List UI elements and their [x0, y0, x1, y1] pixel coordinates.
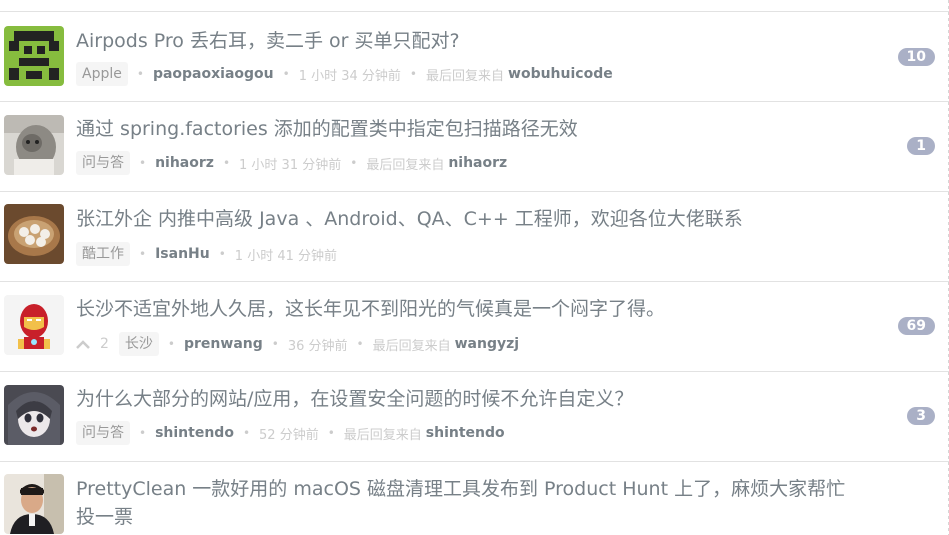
topic-row: 为什么大部分的网站/应用，在设置安全问题的时候不允许自定义？ 问与答 • shi… [0, 372, 949, 462]
separator-dot: • [327, 426, 335, 440]
reply-count-badge[interactable]: 10 [897, 48, 935, 66]
separator-dot: • [139, 426, 147, 440]
author-link[interactable]: shintendo [155, 425, 234, 441]
reply-count-badge[interactable]: 1 [907, 137, 935, 155]
last-reply-user[interactable]: wobuhuicode [508, 66, 613, 82]
avatar[interactable] [4, 295, 64, 355]
topic-row: 通过 spring.factories 添加的配置类中指定包扫描路径无效 问与答… [0, 102, 949, 192]
post-time: 1 小时 34 分钟前 [298, 68, 401, 84]
post-time: 1 小时 41 分钟前 [234, 248, 338, 264]
vote-number: 2 [100, 336, 109, 352]
topic-row: PrettyClean 一款好用的 macOS 磁盘清理工具发布到 Produc… [0, 462, 949, 535]
node-tag[interactable]: 问与答 [76, 421, 130, 445]
post-time: 36 分钟前 [287, 338, 348, 354]
separator-dot: • [242, 426, 251, 440]
last-reply-user[interactable]: nihaorz [448, 155, 507, 171]
avatar[interactable] [4, 385, 64, 445]
post-time: 1 小时 31 分钟前 [239, 157, 342, 173]
topic-meta: Apple • paopaoxiaogou • 1 小时 34 分钟前 • 最后… [76, 60, 613, 88]
vote-count[interactable]: 2 [76, 336, 109, 352]
author-link[interactable]: prenwang [184, 336, 263, 352]
last-reply-label: 最后回复来自 [426, 68, 505, 84]
last-reply-label: 最后回复来自 [343, 427, 422, 443]
node-tag[interactable]: Apple [76, 62, 128, 86]
separator-dot: • [350, 156, 358, 170]
node-tag[interactable]: 酷工作 [76, 242, 130, 266]
topic-title-line-1[interactable]: PrettyClean 一款好用的 macOS 磁盘清理工具发布到 Produc… [76, 475, 845, 503]
topic-title[interactable]: PrettyClean 一款好用的 macOS 磁盘清理工具发布到 Produc… [76, 475, 845, 531]
separator-dot: • [136, 67, 144, 81]
topic-meta: 问与答 • nihaorz • 1 小时 31 分钟前 • 最后回复来自 nih… [76, 149, 507, 177]
last-reply-user[interactable]: wangyzj [455, 336, 519, 352]
topic-meta: 2 长沙 • prenwang • 36 分钟前 • 最后回复来自 wangyz… [76, 330, 519, 358]
node-tag[interactable]: 问与答 [76, 151, 130, 175]
separator-dot: • [139, 247, 147, 261]
last-reply-label: 最后回复来自 [372, 338, 451, 354]
avatar[interactable] [4, 204, 64, 264]
avatar[interactable] [4, 26, 64, 86]
separator-dot: • [222, 156, 231, 170]
author-link[interactable]: paopaoxiaogou [153, 66, 274, 82]
separator-dot: • [409, 67, 417, 81]
separator-dot: • [218, 247, 226, 261]
reply-count-badge[interactable]: 3 [907, 407, 935, 425]
author-link[interactable]: IsanHu [155, 246, 210, 262]
avatar[interactable] [4, 115, 64, 175]
topic-title[interactable]: 长沙不适宜外地人久居，这长年见不到阳光的气候真是一个闷字了得。 [76, 295, 665, 323]
reply-count-badge[interactable]: 69 [897, 317, 935, 335]
node-tag[interactable]: 长沙 [118, 332, 159, 356]
topic-title-line-2[interactable]: 投一票 [76, 503, 845, 531]
separator-dot: • [271, 337, 279, 351]
last-reply-user[interactable]: shintendo [426, 425, 505, 441]
topic-row: 长沙不适宜外地人久居，这长年见不到阳光的气候真是一个闷字了得。 2 长沙 • p… [0, 282, 949, 372]
post-time: 52 分钟前 [259, 427, 319, 443]
separator-dot: • [282, 67, 290, 81]
topic-meta: 酷工作 • IsanHu • 1 小时 41 分钟前 [76, 240, 337, 268]
topic-row: Airpods Pro 丢右耳，卖二手 or 买单只配对? Apple • pa… [0, 12, 949, 102]
author-link[interactable]: nihaorz [155, 155, 214, 171]
last-reply-label: 最后回复来自 [366, 157, 445, 173]
separator-dot: • [167, 337, 175, 351]
separator-dot: • [139, 156, 147, 170]
topic-title[interactable]: 张江外企 内推中高级 Java 、Android、QA、C++ 工程师，欢迎各位… [76, 205, 743, 233]
topic-title[interactable]: 为什么大部分的网站/应用，在设置安全问题的时候不允许自定义？ [76, 385, 633, 413]
topic-meta: 问与答 • shintendo • 52 分钟前 • 最后回复来自 shinte… [76, 419, 505, 447]
avatar[interactable] [4, 474, 64, 534]
separator-dot: • [356, 337, 364, 351]
topic-title[interactable]: 通过 spring.factories 添加的配置类中指定包扫描路径无效 [76, 115, 578, 143]
chevron-up-icon [76, 340, 90, 349]
topic-row: 张江外企 内推中高级 Java 、Android、QA、C++ 工程师，欢迎各位… [0, 192, 949, 282]
topic-title[interactable]: Airpods Pro 丢右耳，卖二手 or 买单只配对? [76, 27, 460, 55]
